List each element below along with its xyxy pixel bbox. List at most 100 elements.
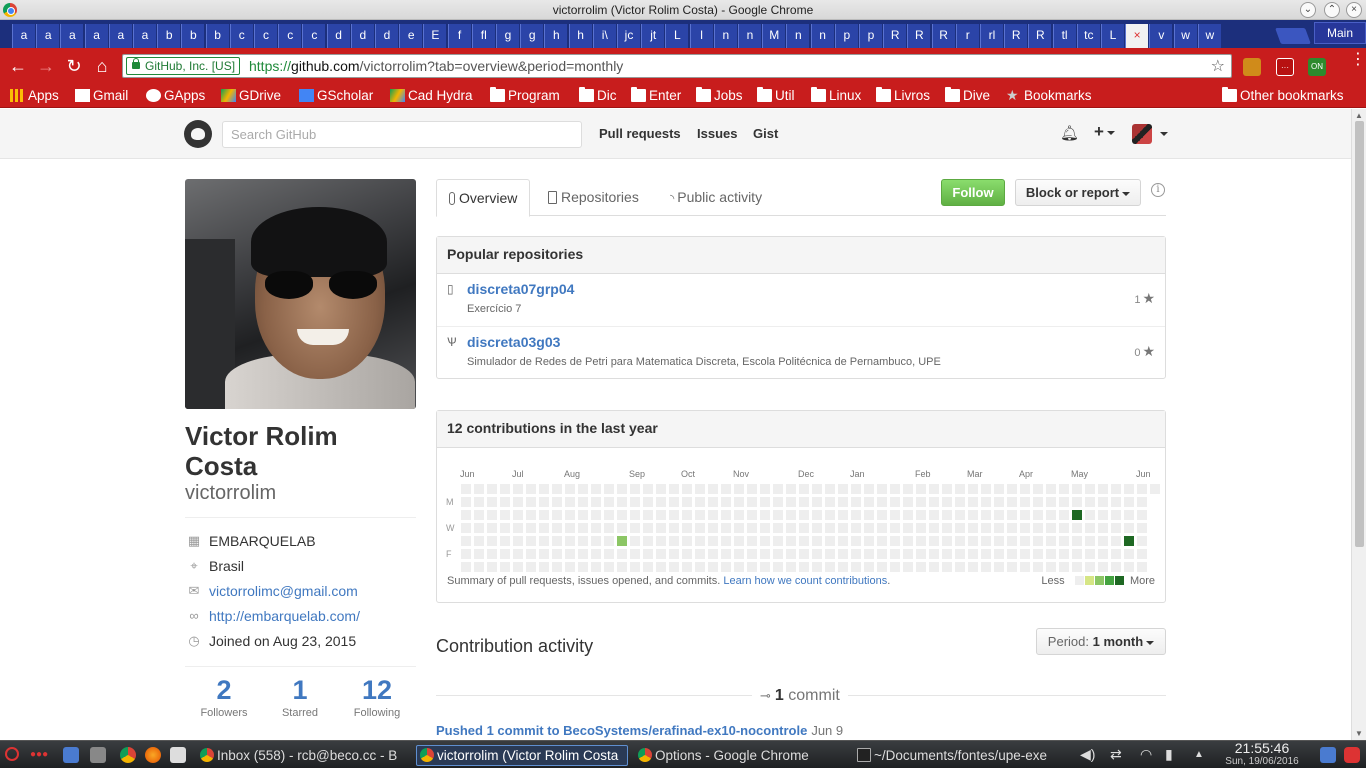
- contribution-day[interactable]: [708, 562, 718, 572]
- contribution-day[interactable]: [1072, 549, 1082, 559]
- browser-tab[interactable]: n: [786, 24, 810, 48]
- contribution-day[interactable]: [1111, 484, 1121, 494]
- contribution-day[interactable]: [734, 536, 744, 546]
- browser-tab[interactable]: R: [1004, 24, 1028, 48]
- browser-tab[interactable]: ×: [1125, 24, 1149, 48]
- browser-tab[interactable]: c: [302, 24, 326, 48]
- browser-tab[interactable]: tc: [1076, 24, 1100, 48]
- contribution-day[interactable]: [864, 536, 874, 546]
- contribution-day[interactable]: [669, 549, 679, 559]
- contribution-day[interactable]: [994, 484, 1004, 494]
- contribution-day[interactable]: [955, 497, 965, 507]
- contribution-day[interactable]: [630, 484, 640, 494]
- chrome-launcher-icon[interactable]: [120, 747, 136, 763]
- contribution-day[interactable]: [552, 562, 562, 572]
- url-text[interactable]: https://github.com/victorrolim?tab=overv…: [249, 58, 623, 74]
- contribution-day[interactable]: [526, 510, 536, 520]
- contribution-day[interactable]: [968, 562, 978, 572]
- contribution-day[interactable]: [864, 497, 874, 507]
- chevron-down-icon[interactable]: [1160, 132, 1168, 136]
- contribution-day[interactable]: [1072, 523, 1082, 533]
- contribution-day[interactable]: [461, 510, 471, 520]
- browser-tab[interactable]: f: [447, 24, 471, 48]
- contribution-day[interactable]: [539, 523, 549, 533]
- search-input[interactable]: Search GitHub: [222, 121, 582, 148]
- contribution-day[interactable]: [955, 562, 965, 572]
- browser-tab[interactable]: d: [326, 24, 350, 48]
- contribution-day[interactable]: [994, 523, 1004, 533]
- contribution-day[interactable]: [773, 549, 783, 559]
- contribution-day[interactable]: [1059, 549, 1069, 559]
- notification-icon[interactable]: [1320, 747, 1336, 763]
- bookmark-cad-hydra[interactable]: Cad Hydra: [390, 87, 473, 105]
- contribution-day[interactable]: [474, 536, 484, 546]
- contribution-day[interactable]: [968, 510, 978, 520]
- follow-button[interactable]: Follow: [941, 179, 1005, 206]
- browser-tab[interactable]: L: [665, 24, 689, 48]
- browser-tab[interactable]: n: [810, 24, 834, 48]
- contribution-day[interactable]: [669, 562, 679, 572]
- contribution-day[interactable]: [981, 549, 991, 559]
- contribution-day[interactable]: [500, 562, 510, 572]
- contribution-day[interactable]: [695, 497, 705, 507]
- contribution-day[interactable]: [773, 484, 783, 494]
- contribution-day[interactable]: [526, 536, 536, 546]
- contribution-day[interactable]: [812, 549, 822, 559]
- file-manager-icon[interactable]: [90, 747, 106, 763]
- browser-tab[interactable]: w: [1173, 24, 1197, 48]
- contribution-day[interactable]: [929, 497, 939, 507]
- contribution-day[interactable]: [1046, 562, 1056, 572]
- contribution-day[interactable]: [721, 510, 731, 520]
- contribution-day[interactable]: [1124, 523, 1134, 533]
- contribution-day[interactable]: [760, 562, 770, 572]
- contribution-day[interactable]: [500, 484, 510, 494]
- maximize-button[interactable]: ⌃: [1324, 2, 1340, 18]
- contribution-day[interactable]: [604, 523, 614, 533]
- contribution-day[interactable]: [669, 510, 679, 520]
- contribution-day[interactable]: [682, 510, 692, 520]
- contribution-day[interactable]: [1137, 484, 1147, 494]
- contribution-day[interactable]: [474, 562, 484, 572]
- contribution-day[interactable]: [916, 549, 926, 559]
- contribution-day[interactable]: [955, 536, 965, 546]
- contribution-day[interactable]: [708, 536, 718, 546]
- browser-tab[interactable]: L: [1101, 24, 1124, 48]
- contribution-day[interactable]: [565, 562, 575, 572]
- contribution-day[interactable]: [604, 510, 614, 520]
- browser-tab[interactable]: d: [350, 24, 374, 48]
- contribution-day[interactable]: [1020, 523, 1030, 533]
- contribution-day[interactable]: [682, 549, 692, 559]
- contribution-day[interactable]: [708, 510, 718, 520]
- contribution-day[interactable]: [578, 536, 588, 546]
- browser-tab[interactable]: b: [205, 24, 229, 48]
- contribution-day[interactable]: [578, 484, 588, 494]
- contribution-day[interactable]: [799, 536, 809, 546]
- contribution-day[interactable]: [1033, 510, 1043, 520]
- contribution-day[interactable]: [760, 497, 770, 507]
- contribution-day[interactable]: [1098, 510, 1108, 520]
- contribution-day[interactable]: [1059, 562, 1069, 572]
- contribution-day[interactable]: [617, 536, 627, 546]
- contribution-day[interactable]: [929, 510, 939, 520]
- contribution-day[interactable]: [461, 536, 471, 546]
- contribution-day[interactable]: [851, 549, 861, 559]
- contribution-day[interactable]: [1046, 549, 1056, 559]
- contribution-day[interactable]: [669, 523, 679, 533]
- contribution-day[interactable]: [1007, 523, 1017, 533]
- info-icon[interactable]: i: [1151, 183, 1165, 197]
- contribution-day[interactable]: [591, 536, 601, 546]
- nav-issues[interactable]: Issues: [697, 126, 737, 141]
- contribution-day[interactable]: [1111, 510, 1121, 520]
- browser-tab[interactable]: l: [689, 24, 713, 48]
- calculator-launcher-icon[interactable]: [170, 747, 186, 763]
- contribution-day[interactable]: [734, 523, 744, 533]
- page-scrollbar[interactable]: ▲ ▼: [1351, 109, 1366, 740]
- contribution-day[interactable]: [994, 510, 1004, 520]
- contribution-day[interactable]: [1007, 510, 1017, 520]
- contribution-day[interactable]: [994, 497, 1004, 507]
- contribution-day[interactable]: [890, 484, 900, 494]
- contribution-day[interactable]: [1072, 497, 1082, 507]
- contribution-day[interactable]: [890, 523, 900, 533]
- contribution-day[interactable]: [1098, 562, 1108, 572]
- contribution-day[interactable]: [747, 484, 757, 494]
